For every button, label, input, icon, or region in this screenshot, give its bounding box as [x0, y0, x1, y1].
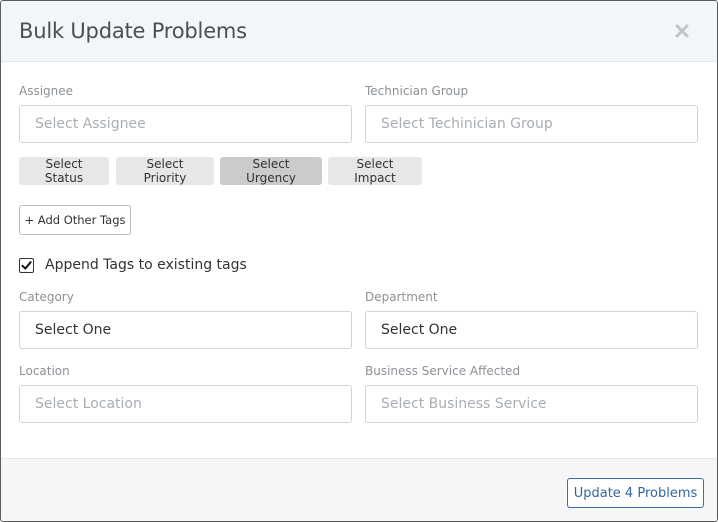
assignee-label: Assignee [19, 84, 74, 98]
category-select[interactable]: Select One [19, 311, 352, 349]
select-impact-button[interactable]: Select Impact [328, 157, 422, 185]
append-tags-label: Append Tags to existing tags [45, 257, 247, 273]
assignee-input[interactable] [19, 105, 352, 143]
category-label: Category [19, 290, 74, 304]
department-label: Department [365, 290, 438, 304]
append-tags-checkbox[interactable] [19, 257, 34, 273]
technician-group-input[interactable] [365, 105, 698, 143]
modal-header: Bulk Update Problems [1, 1, 717, 62]
location-input[interactable] [19, 385, 352, 423]
append-tags-row[interactable]: Append Tags to existing tags [19, 257, 247, 273]
technician-group-label: Technician Group [365, 84, 469, 98]
department-select[interactable]: Select One [365, 311, 698, 349]
location-label: Location [19, 364, 70, 378]
modal-footer: Update 4 Problems [1, 458, 717, 521]
department-select-value: Select One [381, 322, 458, 338]
modal-title: Bulk Update Problems [19, 19, 247, 43]
checkmark-icon [21, 260, 32, 270]
business-service-label: Business Service Affected [365, 364, 521, 378]
business-service-input[interactable] [365, 385, 698, 423]
close-icon [675, 24, 689, 38]
category-select-value: Select One [35, 322, 112, 338]
bulk-update-modal: Bulk Update Problems Assignee Technician… [0, 0, 718, 522]
select-urgency-button[interactable]: Select Urgency [220, 157, 322, 185]
select-status-button[interactable]: Select Status [19, 157, 109, 185]
select-priority-button[interactable]: Select Priority [116, 157, 214, 185]
close-button[interactable] [675, 21, 695, 41]
update-problems-button[interactable]: Update 4 Problems [567, 478, 704, 508]
add-other-tags-button[interactable]: + Add Other Tags [19, 205, 131, 235]
